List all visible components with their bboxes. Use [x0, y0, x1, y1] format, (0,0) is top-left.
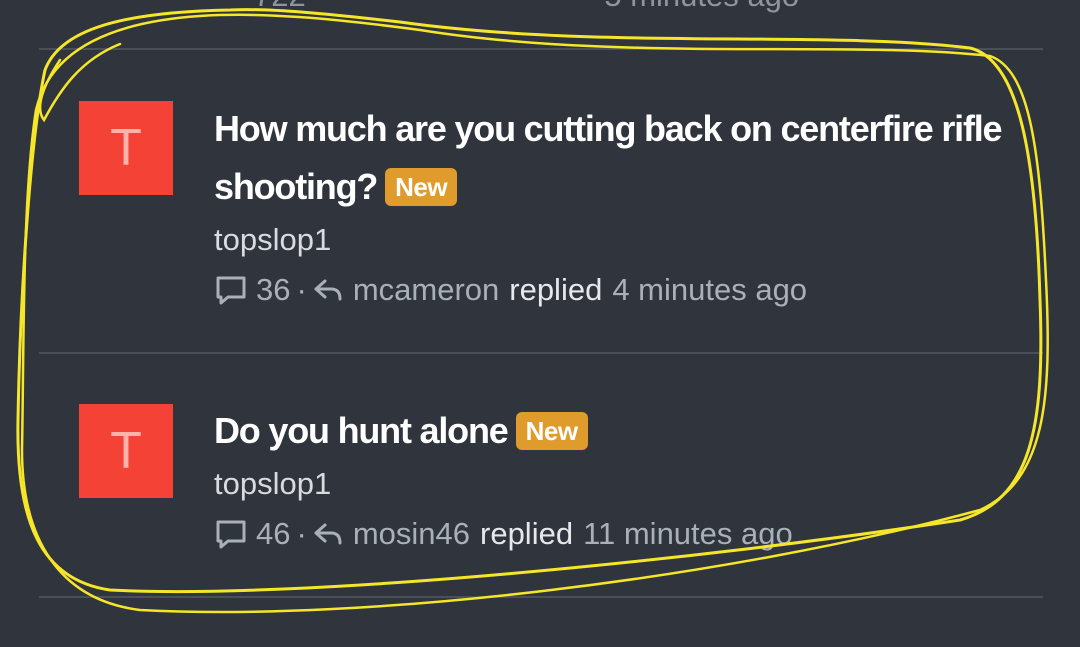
thread-title[interactable]: Do you hunt alone	[214, 410, 509, 451]
reply-icon	[314, 523, 342, 545]
thread-author[interactable]: topslop1	[214, 222, 331, 258]
separator-dot: ·	[296, 516, 307, 551]
divider	[39, 352, 1043, 354]
reply-time[interactable]: 11 minutes ago	[583, 516, 793, 552]
comment-icon	[216, 276, 246, 305]
reply-count: 36	[256, 272, 291, 307]
previous-row-count: 722	[254, 0, 306, 13]
separator-dot: ·	[296, 272, 307, 307]
reply-count: 46	[256, 516, 291, 551]
thread-author[interactable]: topslop1	[214, 466, 331, 502]
comment-icon	[216, 520, 246, 549]
new-badge: New	[515, 412, 588, 450]
thread-title-link[interactable]: Do you hunt alone New	[214, 402, 1004, 460]
divider	[39, 596, 1043, 598]
replied-label: replied	[480, 516, 574, 551]
last-replier[interactable]: mosin46	[353, 516, 470, 552]
previous-row-meta: 722 5 minutes ago	[214, 0, 799, 14]
thread-meta: 46 · mosin46 replied 11 minutes ago	[214, 516, 793, 552]
reply-icon	[314, 279, 342, 301]
thread-title[interactable]: How much are you cutting back on centerf…	[214, 108, 1003, 207]
new-badge: New	[385, 168, 458, 206]
divider	[39, 48, 1043, 50]
previous-row-time: 5 minutes ago	[604, 0, 799, 13]
avatar-letter: T	[110, 422, 142, 480]
thread-title-link[interactable]: How much are you cutting back on centerf…	[214, 100, 1004, 216]
last-replier[interactable]: mcameron	[353, 272, 499, 308]
replied-label: replied	[509, 272, 603, 307]
avatar-letter: T	[110, 119, 142, 177]
thread-meta: 36 · mcameron replied 4 minutes ago	[214, 272, 807, 308]
avatar[interactable]: T	[79, 404, 173, 498]
reply-time[interactable]: 4 minutes ago	[612, 272, 807, 308]
avatar[interactable]: T	[79, 101, 173, 195]
